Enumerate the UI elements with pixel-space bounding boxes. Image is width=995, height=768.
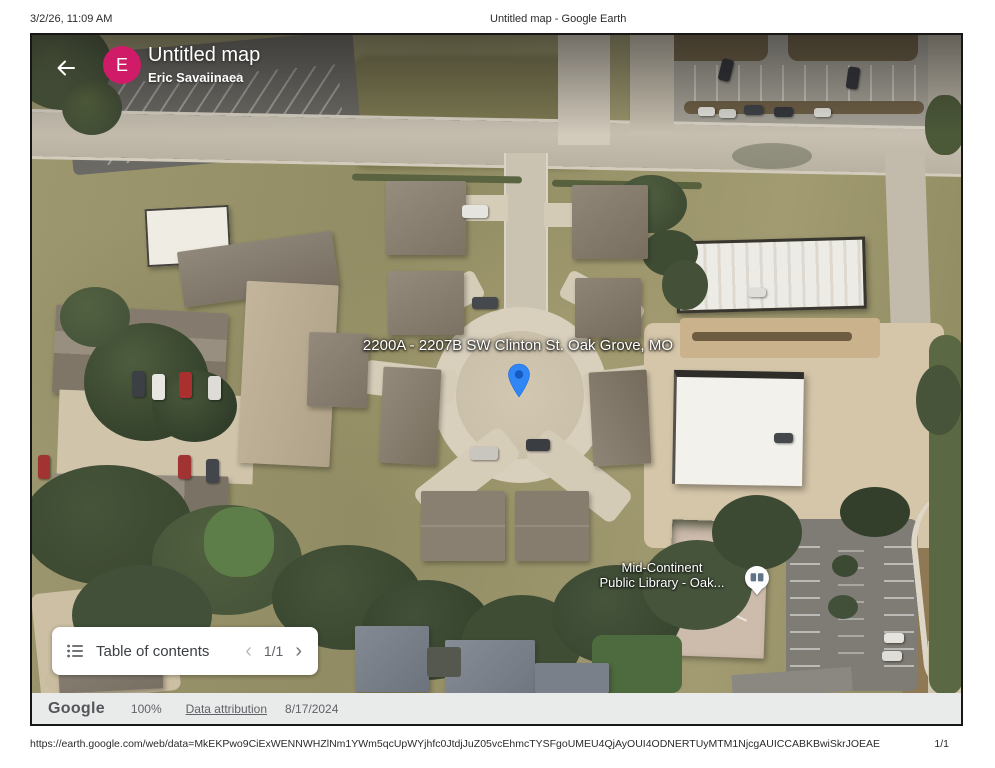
car [526,439,550,451]
building-roof [672,370,804,486]
poi-label-line2: Public Library - Oak... [562,575,762,590]
bush [832,555,858,577]
imagery-date: 8/17/2024 [285,702,338,716]
satellite-imagery[interactable] [32,35,961,693]
poi-label-library[interactable]: Mid-Continent Public Library - Oak... [562,560,762,590]
car [462,205,488,218]
toc-next-button[interactable]: › [293,641,304,661]
data-attribution-link[interactable]: Data attribution [186,702,267,716]
placemark-pin[interactable] [507,363,531,399]
car [774,107,793,117]
sidewalk [558,35,610,145]
tree [712,495,802,570]
tree-shadow [732,143,812,169]
print-footer-page-number: 1/1 [934,738,949,750]
shed-roof [427,647,461,677]
avatar[interactable]: E [103,46,141,84]
tree [840,487,910,537]
tree [62,80,122,135]
toc-page-indicator: 1/1 [264,643,283,659]
car [132,371,145,397]
house-roof [355,626,429,692]
toc-prev-button[interactable]: ‹ [243,641,254,661]
back-button[interactable] [52,55,80,83]
car [152,374,165,400]
car [882,651,902,661]
tree [60,287,130,347]
tree [916,365,961,435]
car [206,459,219,483]
house-roof [421,491,505,561]
toc-label: Table of contents [96,643,209,660]
parking-stripes [652,65,932,101]
print-footer-url: https://earth.google.com/web/data=MkEKPw… [30,738,880,750]
house-roof [575,278,641,338]
car [472,297,498,309]
house-roof [515,491,589,561]
landscape-island [788,35,918,61]
table-of-contents-panel[interactable]: Table of contents ‹ 1/1 › [52,627,318,675]
placemark-label: 2200A - 2207B SW Clinton St. Oak Grove, … [268,337,768,354]
bush [828,595,858,619]
car [179,372,192,398]
google-earth-viewport: E Untitled map Eric Savaiinaea 2200A - 2… [30,33,963,726]
landscape-island [658,35,768,61]
list-icon [66,642,84,660]
print-document-title: Untitled map - Google Earth [490,13,626,25]
driveway [630,35,674,135]
tree [662,260,708,310]
parking-stripes [790,531,820,681]
back-arrow-icon [54,56,78,80]
google-logo: Google [48,700,105,718]
car [744,105,763,115]
car [38,455,50,479]
avatar-letter: E [116,55,128,76]
car [774,433,793,443]
house-roof [388,271,464,335]
print-datetime: 3/2/26, 11:09 AM [30,13,112,25]
car [178,455,191,479]
toc-pagination: ‹ 1/1 › [243,641,304,661]
attribution-bar: Google 100% Data attribution 8/17/2024 [32,693,961,724]
car [884,633,904,643]
car [719,109,736,118]
print-preview-page: 3/2/26, 11:09 AM Untitled map - Google E… [0,0,995,768]
car [208,376,221,400]
library-book-icon [744,565,770,596]
tree [925,95,961,155]
car [470,447,498,460]
road [885,152,932,343]
map-title: Untitled map [148,44,260,67]
house-roof [535,663,609,693]
house-roof [386,181,466,255]
map-owner: Eric Savaiinaea [148,70,243,85]
pin-icon [507,363,531,399]
house-roof [589,370,652,467]
car [698,107,715,116]
poi-label-line1: Mid-Continent [562,560,762,575]
house-roof [572,185,648,259]
zoom-level: 100% [131,702,162,716]
library-poi-icon[interactable] [744,565,770,596]
house-roof [379,367,442,466]
grass-patch [204,507,274,577]
car [814,108,831,117]
car [748,288,766,297]
